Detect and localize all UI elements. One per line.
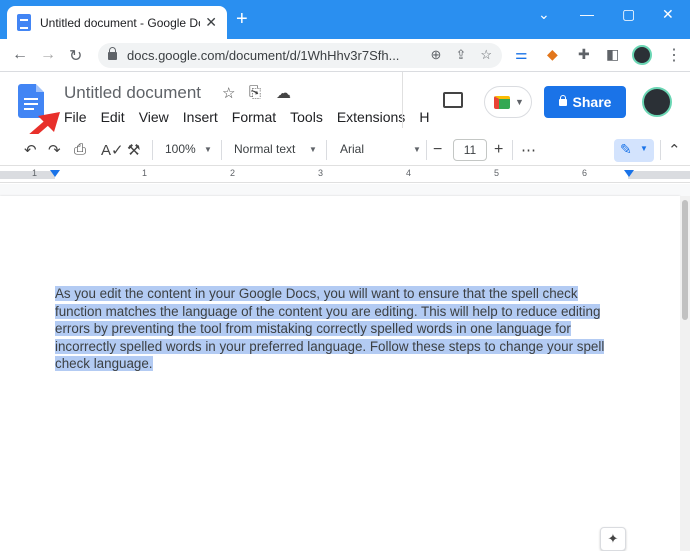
account-avatar[interactable]: [642, 87, 672, 117]
reload-icon[interactable]: ↻: [69, 46, 82, 66]
hide-menus-chevron-icon[interactable]: ⌃: [668, 141, 681, 159]
extension-icon[interactable]: ⚌: [515, 46, 528, 63]
profile-avatar[interactable]: [632, 45, 652, 65]
ruler-number: 5: [494, 168, 500, 178]
menu-file[interactable]: File: [64, 109, 101, 125]
pencil-icon: ✎: [620, 141, 632, 157]
ruler-number: 2: [230, 168, 236, 178]
undo-icon[interactable]: ↶: [24, 141, 37, 159]
document-title[interactable]: Untitled document: [64, 83, 201, 103]
ruler-number: 6: [582, 168, 588, 178]
chevron-down-icon: ▼: [515, 97, 524, 107]
omnibox-actions: ⊕ ⇪ ☆: [431, 47, 492, 63]
share-page-icon[interactable]: ⇪: [455, 47, 466, 63]
url-text: docs.google.com/document/d/1WhHhv3r7Sfh.…: [127, 48, 400, 63]
new-tab-button[interactable]: +: [236, 9, 248, 29]
paint-format-icon[interactable]: ⚒: [127, 141, 140, 159]
chevron-down-icon: ▼: [309, 145, 317, 154]
toolbar-divider: [512, 140, 513, 160]
ruler-left-margin: [0, 171, 55, 179]
url-bar[interactable]: docs.google.com/document/d/1WhHhv3r7Sfh.…: [98, 43, 502, 68]
back-arrow-icon[interactable]: ←: [12, 46, 28, 64]
lock-icon: [108, 46, 117, 60]
menu-extensions[interactable]: Extensions: [337, 109, 419, 125]
ruler-number: 4: [406, 168, 412, 178]
toolbar-divider: [660, 140, 661, 160]
font-size-input[interactable]: 11: [453, 139, 487, 161]
browser-tab[interactable]: Untitled document - Google Doc ✕: [7, 6, 227, 39]
share-button[interactable]: Share: [544, 86, 626, 118]
redo-icon[interactable]: ↷: [48, 141, 61, 159]
left-indent-marker[interactable]: [50, 170, 60, 177]
bookmark-star-icon[interactable]: ☆: [480, 47, 492, 63]
meet-icon: [494, 95, 510, 109]
spellcheck-icon[interactable]: A✓: [101, 141, 124, 159]
menu-insert[interactable]: Insert: [183, 109, 232, 125]
chevron-down-icon: ▼: [204, 145, 212, 154]
toolbar-divider: [326, 140, 327, 160]
chevron-down-icon: ▼: [413, 145, 421, 154]
close-window-button[interactable]: ✕: [662, 6, 674, 23]
toolbar-divider: [426, 140, 427, 160]
tab-search-icon[interactable]: ⌄: [538, 6, 550, 23]
scrollbar-thumb[interactable]: [682, 200, 688, 320]
metamask-fox-icon[interactable]: ◆: [547, 46, 558, 63]
meet-button[interactable]: ▼: [484, 86, 532, 118]
maximize-button[interactable]: ▢: [622, 6, 635, 23]
print-icon[interactable]: ⎙: [74, 141, 86, 158]
move-folder-icon[interactable]: ⎘: [249, 84, 261, 101]
menu-edit[interactable]: Edit: [101, 109, 139, 125]
menu-bar: File Edit View Insert Format Tools Exten…: [64, 109, 443, 125]
ruler-number: 3: [318, 168, 324, 178]
browser-menu-icon[interactable]: ⋮: [666, 45, 682, 65]
increase-font-size-button[interactable]: +: [494, 141, 503, 159]
style-select[interactable]: Normal text: [234, 142, 295, 156]
minimize-button[interactable]: —: [580, 6, 594, 22]
right-indent-marker[interactable]: [624, 170, 634, 177]
cloud-status-icon[interactable]: ☁: [276, 84, 291, 102]
zoom-select[interactable]: 100%: [165, 142, 196, 156]
font-select[interactable]: Arial: [340, 142, 364, 156]
ruler-number: 1: [32, 168, 38, 178]
sidepanel-icon[interactable]: ◧: [606, 46, 619, 63]
toolbar-divider: [221, 140, 222, 160]
chevron-down-icon: ▼: [640, 144, 648, 153]
star-icon[interactable]: ☆: [222, 84, 235, 102]
forward-arrow-icon[interactable]: →: [40, 46, 56, 64]
more-options-icon[interactable]: ⋯: [521, 141, 536, 159]
share-label: Share: [572, 94, 612, 110]
header-divider: [402, 72, 403, 128]
ruler-number: 1: [142, 168, 148, 178]
explore-sparkle-button[interactable]: ✦: [600, 527, 626, 551]
toolbar-divider: [152, 140, 153, 160]
editing-mode-button[interactable]: ✎ ▼: [614, 139, 654, 162]
document-page[interactable]: [0, 196, 680, 551]
menu-format[interactable]: Format: [232, 109, 290, 125]
ruler-right-margin: [628, 171, 690, 179]
lock-icon: [558, 94, 567, 106]
menu-tools[interactable]: Tools: [290, 109, 337, 125]
decrease-font-size-button[interactable]: −: [433, 141, 442, 159]
comment-history-icon[interactable]: [443, 92, 463, 108]
docs-tab-icon: [17, 14, 31, 31]
menu-help[interactable]: H: [419, 109, 443, 125]
document-paragraph[interactable]: As you edit the content in your Google D…: [55, 285, 623, 373]
menu-view[interactable]: View: [139, 109, 183, 125]
tab-title: Untitled document - Google Doc: [40, 15, 200, 30]
tab-close-icon[interactable]: ✕: [205, 14, 217, 31]
extensions-puzzle-icon[interactable]: ✚: [578, 46, 590, 63]
zoom-icon[interactable]: ⊕: [431, 47, 442, 63]
selected-text[interactable]: As you edit the content in your Google D…: [55, 286, 605, 371]
